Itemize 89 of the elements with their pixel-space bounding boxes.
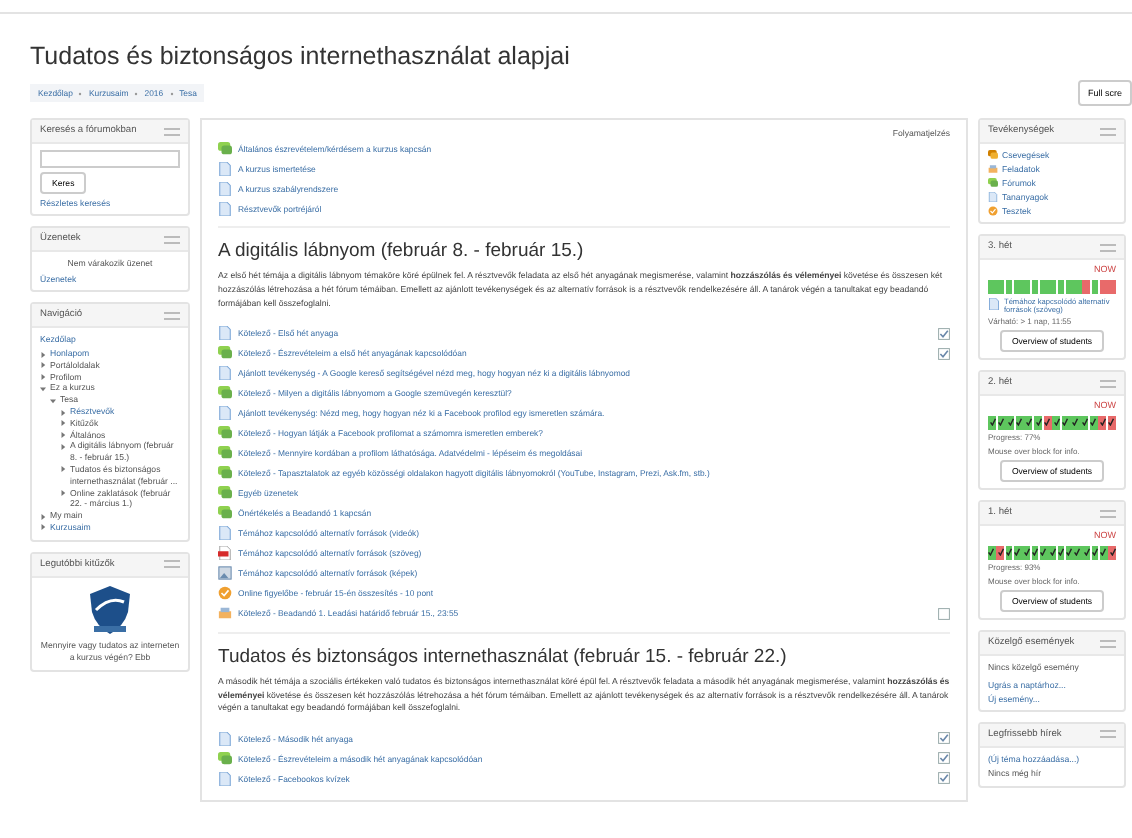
progress-cell[interactable] bbox=[1061, 415, 1070, 430]
chat-bubble-icon bbox=[988, 150, 998, 160]
checklist-icon bbox=[218, 586, 232, 601]
collapsed-arrow-icon[interactable] bbox=[40, 374, 46, 381]
progress-cell[interactable] bbox=[1098, 415, 1107, 430]
completion-checkbox[interactable] bbox=[938, 732, 950, 745]
progress-cell[interactable] bbox=[1108, 279, 1117, 293]
collapsed-arrow-icon[interactable] bbox=[40, 362, 46, 369]
progress-cell[interactable] bbox=[1074, 279, 1082, 293]
progress-cell[interactable] bbox=[1080, 415, 1089, 430]
document-icon bbox=[218, 326, 232, 341]
collapsed-arrow-icon[interactable] bbox=[40, 524, 46, 531]
progress-cell[interactable] bbox=[1039, 279, 1048, 293]
document-icon bbox=[218, 526, 232, 541]
progress-cell[interactable] bbox=[996, 279, 1005, 293]
document-icon bbox=[218, 771, 232, 786]
expanded-arrow-icon[interactable] bbox=[50, 397, 56, 404]
section-title: Tudatos és biztonságos internethasználat (február 15. - február 22.) bbox=[218, 645, 789, 668]
collapsed-arrow-icon[interactable] bbox=[60, 490, 66, 497]
completion-checkbox[interactable] bbox=[938, 607, 950, 620]
completion-checkbox[interactable] bbox=[938, 752, 950, 765]
progress-cell[interactable] bbox=[1015, 415, 1024, 430]
progress-cell[interactable] bbox=[1022, 545, 1030, 560]
speech-bubbles-icon bbox=[988, 178, 998, 188]
speech-bubbles-icon bbox=[218, 141, 232, 155]
document-icon bbox=[218, 366, 232, 381]
progress-cell[interactable] bbox=[1005, 279, 1013, 293]
document-icon bbox=[988, 192, 998, 202]
checklist-icon bbox=[988, 206, 998, 216]
progress-cell[interactable] bbox=[1005, 545, 1013, 560]
paper-stack-icon bbox=[988, 164, 998, 174]
progress-cell[interactable] bbox=[1013, 545, 1022, 560]
progress-cell[interactable] bbox=[1091, 279, 1099, 293]
document-icon bbox=[218, 731, 232, 746]
progress-cell[interactable] bbox=[1082, 545, 1091, 560]
progress-cell[interactable] bbox=[988, 279, 996, 293]
collapsed-arrow-icon[interactable] bbox=[60, 466, 66, 473]
collapsed-arrow-icon[interactable] bbox=[60, 420, 66, 427]
progress-cell[interactable] bbox=[1074, 545, 1082, 560]
collapsed-arrow-icon[interactable] bbox=[60, 443, 66, 450]
progress-cell[interactable] bbox=[1091, 545, 1099, 560]
picture-file-icon bbox=[218, 566, 232, 581]
search-field[interactable] bbox=[40, 150, 180, 168]
progress-cell[interactable] bbox=[1013, 279, 1022, 293]
progress-cell[interactable] bbox=[1089, 415, 1098, 430]
completion-checkbox[interactable] bbox=[938, 347, 950, 360]
progress-cell[interactable] bbox=[1107, 415, 1116, 430]
progress-cell[interactable] bbox=[1065, 279, 1074, 293]
speech-bubbles-icon bbox=[218, 346, 232, 361]
completion-checkbox[interactable] bbox=[938, 772, 950, 785]
document-icon bbox=[218, 406, 232, 421]
progress-cell[interactable] bbox=[1043, 415, 1052, 430]
progress-cell[interactable] bbox=[1034, 415, 1043, 430]
tick-icon bbox=[989, 418, 995, 427]
progress-cell[interactable] bbox=[996, 545, 1005, 560]
progress-cell[interactable] bbox=[1052, 415, 1061, 430]
progress-cell[interactable] bbox=[1031, 545, 1039, 560]
progress-cell[interactable] bbox=[1031, 279, 1039, 293]
document-icon bbox=[988, 297, 1000, 309]
progress-cell[interactable] bbox=[1070, 415, 1079, 430]
progress-cell[interactable] bbox=[997, 415, 1006, 430]
progress-cell[interactable] bbox=[988, 415, 997, 430]
progress-cell[interactable] bbox=[1039, 545, 1048, 560]
paper-stack-icon bbox=[218, 606, 232, 621]
progress-cell[interactable] bbox=[1006, 415, 1015, 430]
pdf-file-icon bbox=[218, 546, 232, 561]
collapsed-arrow-icon[interactable] bbox=[40, 351, 46, 358]
section-title: A digitális lábnyom (február 8. - február 15.) bbox=[218, 240, 586, 262]
progress-cell[interactable] bbox=[1057, 545, 1065, 560]
completion-checkbox[interactable] bbox=[938, 327, 950, 340]
collapsed-arrow-icon[interactable] bbox=[60, 432, 66, 439]
speech-bubbles-icon bbox=[218, 386, 232, 401]
progress-cell[interactable] bbox=[1082, 279, 1091, 293]
course-title: Tudatos és biztonságos internethasználat alapjai bbox=[30, 42, 572, 70]
progress-cell[interactable] bbox=[1048, 545, 1056, 560]
collapsed-arrow-icon[interactable] bbox=[40, 513, 46, 520]
expanded-arrow-icon[interactable] bbox=[40, 385, 46, 392]
speech-bubbles-icon bbox=[218, 751, 232, 766]
collapsed-arrow-icon[interactable] bbox=[60, 409, 66, 415]
shield-badge-icon[interactable] bbox=[88, 583, 132, 636]
progress-cell[interactable] bbox=[1108, 545, 1117, 560]
progress-cell[interactable] bbox=[1024, 415, 1033, 430]
progress-cell[interactable] bbox=[1057, 279, 1065, 293]
progress-cell[interactable] bbox=[988, 545, 996, 560]
progress-cell[interactable] bbox=[1048, 279, 1056, 293]
progress-cell[interactable] bbox=[1100, 279, 1108, 293]
progress-cell[interactable] bbox=[1065, 545, 1074, 560]
progress-cell[interactable] bbox=[1100, 545, 1108, 560]
progress-cell[interactable] bbox=[1022, 279, 1030, 293]
